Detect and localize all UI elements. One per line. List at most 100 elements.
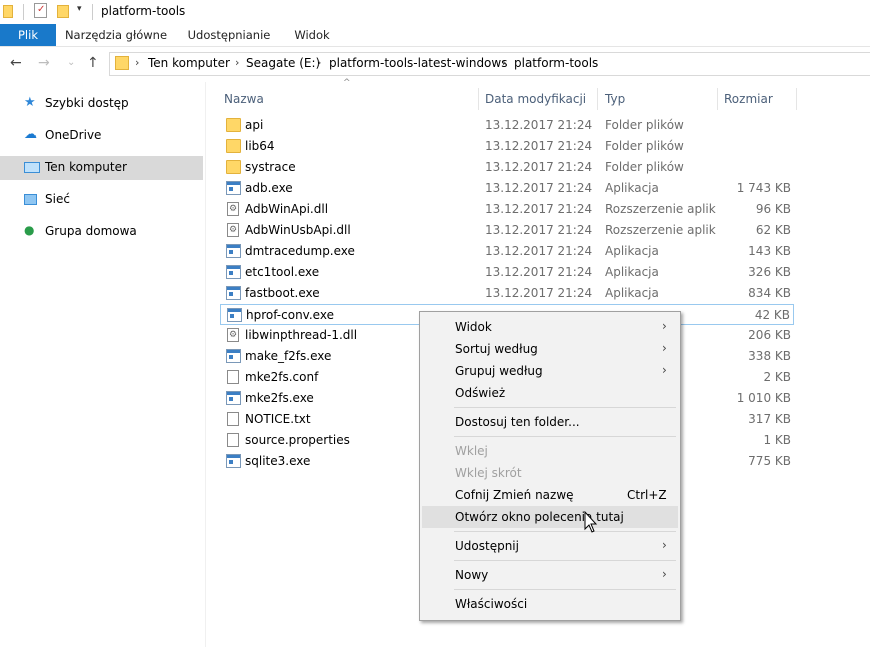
file-size: 206 KB [748,328,791,342]
menu-item[interactable]: Dostosuj ten folder... [422,411,678,433]
title-bar: ✓ ▾ platform-tools [0,0,870,24]
sidebar-item-onedrive[interactable]: ☁ OneDrive [0,124,203,148]
menu-item[interactable]: Widok › [422,316,678,338]
breadcrumb-separator-icon[interactable]: › [235,56,239,69]
address-bar[interactable]: › Ten komputer › Seagate (E:) › platform… [109,52,870,76]
table-row[interactable]: systrace 13.12.2017 21:24 Folder plików [220,157,794,178]
menu-item-label: Odśwież [455,386,506,400]
breadcrumb-separator-icon[interactable]: › [135,56,139,69]
table-row[interactable]: adb.exe 13.12.2017 21:24 Aplikacja 1 743 KB [220,178,794,199]
sidebar-item-network[interactable]: Sieć [0,188,203,212]
table-row[interactable]: dmtracedump.exe 13.12.2017 21:24 Aplikacja… [220,241,794,262]
file-type: Folder plików [605,160,684,174]
file-name: AdbWinApi.dll [245,202,329,216]
column-header-type[interactable]: Typ [600,88,718,110]
table-row[interactable]: etc1tool.exe 13.12.2017 21:24 Aplikacja 326… [220,262,794,283]
document-icon [227,433,239,447]
network-icon [24,194,37,205]
breadcrumb-seagate[interactable]: Seagate (E:) [246,56,320,70]
file-size: 143 KB [748,244,791,258]
file-name: adb.exe [245,181,293,195]
file-date: 13.12.2017 21:24 [485,286,593,300]
recent-locations-chevron-down-icon[interactable]: ⌄ [67,57,75,68]
breadcrumb-platform-tools-latest-windows[interactable]: platform-tools-latest-windows [329,56,507,70]
tab-home[interactable]: Narzędzia główne [60,24,172,46]
tab-view[interactable]: Widok [288,24,336,46]
divider [23,4,24,20]
table-row[interactable]: lib64 13.12.2017 21:24 Folder plików [220,136,794,157]
submenu-chevron-right-icon: › [662,341,667,355]
submenu-chevron-right-icon: › [662,319,667,333]
column-header-name[interactable]: Nazwa [219,88,479,110]
menu-item[interactable]: Odśwież [422,382,678,404]
application-icon [226,181,241,195]
column-header-date[interactable]: Data modyfikacji [480,88,598,110]
dll-file-icon [227,202,239,216]
tab-file[interactable]: Plik [0,24,56,46]
up-arrow-icon[interactable]: ↑ [87,55,99,71]
document-icon [227,412,239,426]
new-folder-icon[interactable] [57,5,69,18]
file-size: 326 KB [748,265,791,279]
table-row[interactable]: AdbWinApi.dll13.12.2017 21:24Rozszerzeni… [220,199,794,220]
application-icon [226,454,241,468]
breadcrumb-ten-komputer[interactable]: Ten komputer [148,56,230,70]
column-header-label: Rozmiar [724,92,773,106]
menu-item[interactable]: Nowy › [422,564,678,586]
application-icon [226,265,241,279]
menu-item[interactable]: Wklej skrót [422,462,678,484]
back-arrow-icon[interactable]: ← [10,55,22,71]
star-icon: ★ [24,95,36,110]
menu-item[interactable]: Właściwości [422,593,678,615]
menu-item-label: Dostosuj ten folder... [455,415,580,429]
homegroup-icon: ● [24,223,35,237]
breadcrumb-platform-tools[interactable]: platform-tools [514,56,598,70]
tab-share[interactable]: Udostępnianie [180,24,278,46]
forward-arrow-icon[interactable]: → [38,55,50,71]
submenu-chevron-right-icon: › [662,538,667,552]
menu-item-label: Nowy [455,568,489,582]
menu-item[interactable]: Udostępnij › [422,535,678,557]
table-row[interactable]: api 13.12.2017 21:24 Folder plików [220,115,794,136]
table-row[interactable]: fastboot.exe 13.12.2017 21:24 Aplikacja 834… [220,283,794,304]
file-type: Folder plików [605,139,684,153]
cloud-icon: ☁ [24,127,37,142]
ribbon-tabs: Plik Narzędzia główne Udostępnianie Wido… [0,24,870,47]
breadcrumb-separator-icon[interactable]: › [502,56,506,69]
sidebar-item-homegroup[interactable]: ● Grupa domowa [0,220,203,244]
menu-separator [454,436,676,437]
sidebar-item-label: Szybki dostęp [45,96,129,110]
menu-separator [454,407,676,408]
properties-icon[interactable]: ✓ [34,3,47,18]
menu-item-label: Udostępnij [455,539,519,553]
file-date: 13.12.2017 21:24 [485,139,593,153]
file-name: AdbWinUsbApi.dll [245,223,351,237]
sidebar-item-this-pc[interactable]: Ten komputer [0,156,203,180]
menu-separator [454,531,676,532]
submenu-chevron-right-icon: › [662,363,667,377]
column-header-size[interactable]: Rozmiar [719,88,797,110]
menu-item[interactable]: Cofnij Zmień nazwę Ctrl+Z [422,484,678,506]
file-date: 13.12.2017 21:24 [485,181,593,195]
folder-icon [226,118,241,132]
breadcrumb-separator-icon[interactable]: › [317,56,321,69]
context-menu: Widok › Sortuj według › Grupuj według › Odświe… [419,311,681,621]
menu-item[interactable]: Otwórz okno polecenia tutaj [422,506,678,528]
divider [92,4,93,20]
file-size: 775 KB [748,454,791,468]
menu-item[interactable]: Sortuj według › [422,338,678,360]
application-icon [226,244,241,258]
quick-access-toolbar-dropdown-icon[interactable]: ▾ [77,4,82,14]
menu-item-label: Wklej skrót [455,466,522,480]
table-row[interactable]: AdbWinUsbApi.dll13.12.2017 21:24Rozszerz… [220,220,794,241]
sidebar-item-label: Ten komputer [45,160,127,174]
folder-icon [226,139,241,153]
file-name: lib64 [245,139,275,153]
sidebar-item-quick-access[interactable]: ★ Szybki dostęp [0,92,203,116]
menu-item-label: Właściwości [455,597,528,611]
file-date: 13.12.2017 21:24 [485,223,593,237]
menu-item[interactable]: Grupuj według › [422,360,678,382]
menu-item[interactable]: Wklej [422,440,678,462]
file-size: 62 KB [755,223,791,237]
column-header-label: Typ [605,92,626,106]
